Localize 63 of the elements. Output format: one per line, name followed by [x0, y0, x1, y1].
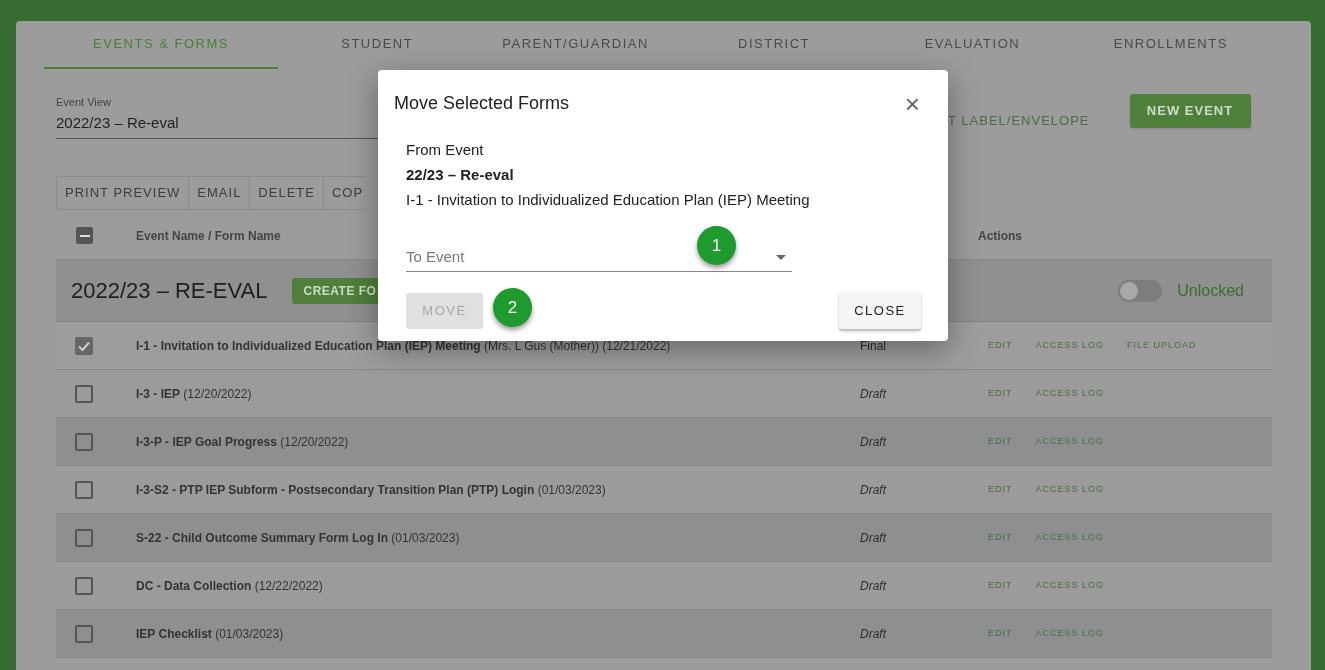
dialog-title: Move Selected Forms [394, 92, 570, 115]
lock-toggle[interactable] [1118, 279, 1163, 302]
action-link[interactable]: EDIT [988, 578, 1013, 593]
dropdown-caret-icon [776, 255, 786, 260]
form-name: S-22 - Child Outcome Summary Form Log In (01/03/2023) [136, 529, 460, 547]
new-event-button[interactable]: NEW EVENT [1129, 94, 1251, 128]
select-all-checkbox[interactable] [76, 227, 93, 244]
row-checkbox[interactable] [75, 576, 93, 595]
action-link[interactable]: ACCESS LOG [1035, 434, 1105, 449]
action-link[interactable]: EDIT [988, 530, 1013, 545]
table-row[interactable]: I-3-P - IEP Goal Progress (12/20/2022) Draft EDIT ACCESS LOG [56, 418, 1272, 466]
form-status: Draft [860, 577, 888, 595]
form-status: Draft [860, 433, 888, 451]
form-name: I-1 - Invitation to Individualized Education Plan (IEP) Meeting [406, 190, 811, 210]
create-form-button[interactable]: CREATE FO [291, 277, 379, 304]
row-checkbox[interactable] [75, 336, 93, 355]
form-name: IEP Checklist (01/03/2023) [136, 625, 284, 643]
toolbar-button[interactable]: DELETE [250, 177, 324, 209]
table-row[interactable]: S-22 - Child Outcome Summary Form Log In (01/03/2023) Draft EDIT ACCESS LOG [56, 514, 1272, 562]
row-checkbox[interactable] [75, 384, 93, 403]
toolbar-button[interactable]: PRINT PREVIEW [57, 177, 190, 209]
action-link[interactable]: EDIT [988, 482, 1013, 497]
action-link[interactable]: EDIT [988, 626, 1013, 641]
column-header: Actions [978, 227, 1022, 245]
form-status: Final [860, 337, 887, 355]
form-status: Draft [860, 385, 888, 403]
tab[interactable]: ENROLLMENTS [1071, 21, 1271, 69]
lock-status: Unlocked [1177, 280, 1244, 301]
action-link[interactable]: EDIT [988, 386, 1013, 401]
action-link[interactable]: ACCESS LOG [1035, 338, 1105, 353]
tab[interactable]: PARENT/GUARDIAN [476, 21, 675, 69]
group-title: 2022/23 – RE-EVAL [71, 277, 268, 305]
action-link[interactable]: ACCESS LOG [1035, 482, 1105, 497]
form-name: I-1 - Invitation to Individualized Education Plan (IEP) Meeting (Mrs. L Gus (Mother)) (12/21/2022) [136, 337, 671, 355]
form-status: Draft [860, 481, 888, 499]
row-checkbox[interactable] [75, 480, 93, 499]
toolbar-button[interactable]: COP [323, 177, 366, 209]
tab[interactable]: EVENTS & FORMS [44, 21, 278, 69]
form-name: I-3 - IEP (12/20/2022) [136, 385, 252, 403]
action-link[interactable]: EDIT [988, 434, 1013, 449]
print-label-link[interactable]: T LABEL/ENVELOPE [948, 111, 1090, 131]
action-link[interactable]: ACCESS LOG [1035, 626, 1105, 641]
tab[interactable]: EVALUATION [873, 21, 1072, 69]
tab[interactable]: DISTRICT [674, 21, 874, 69]
action-link[interactable]: ACCESS LOG [1035, 386, 1105, 401]
toolbar-button[interactable]: EMAIL [189, 177, 251, 209]
action-link[interactable]: ACCESS LOG [1035, 530, 1105, 545]
action-link[interactable]: FILE UPLOAD [1127, 338, 1197, 353]
table-row[interactable]: IEP Checklist (01/03/2023) Draft EDIT ACCESS LOG [56, 610, 1272, 658]
action-link[interactable]: EDIT [988, 338, 1013, 353]
from-event: 22/23 – Re-eval [406, 165, 515, 185]
form-name: I-3-P - IEP Goal Progress (12/20/2022) [136, 433, 349, 451]
from-label: From Event [406, 140, 485, 160]
form-status: Draft [860, 625, 888, 643]
row-checkbox[interactable] [75, 432, 93, 451]
close-button[interactable]: CLOSE [839, 293, 921, 329]
row-checkbox[interactable] [75, 624, 93, 643]
row-checkbox[interactable] [75, 528, 93, 547]
form-name: I-3-S2 - PTP IEP Subform - Postsecondary Transition Plan (PTP) Login (01/03/2023) [136, 481, 606, 499]
form-status: Draft [860, 529, 888, 547]
action-link[interactable]: ACCESS LOG [1035, 578, 1105, 593]
tab[interactable]: STUDENT [278, 21, 477, 69]
form-name: DC - Data Collection (12/22/2022) [136, 577, 323, 595]
